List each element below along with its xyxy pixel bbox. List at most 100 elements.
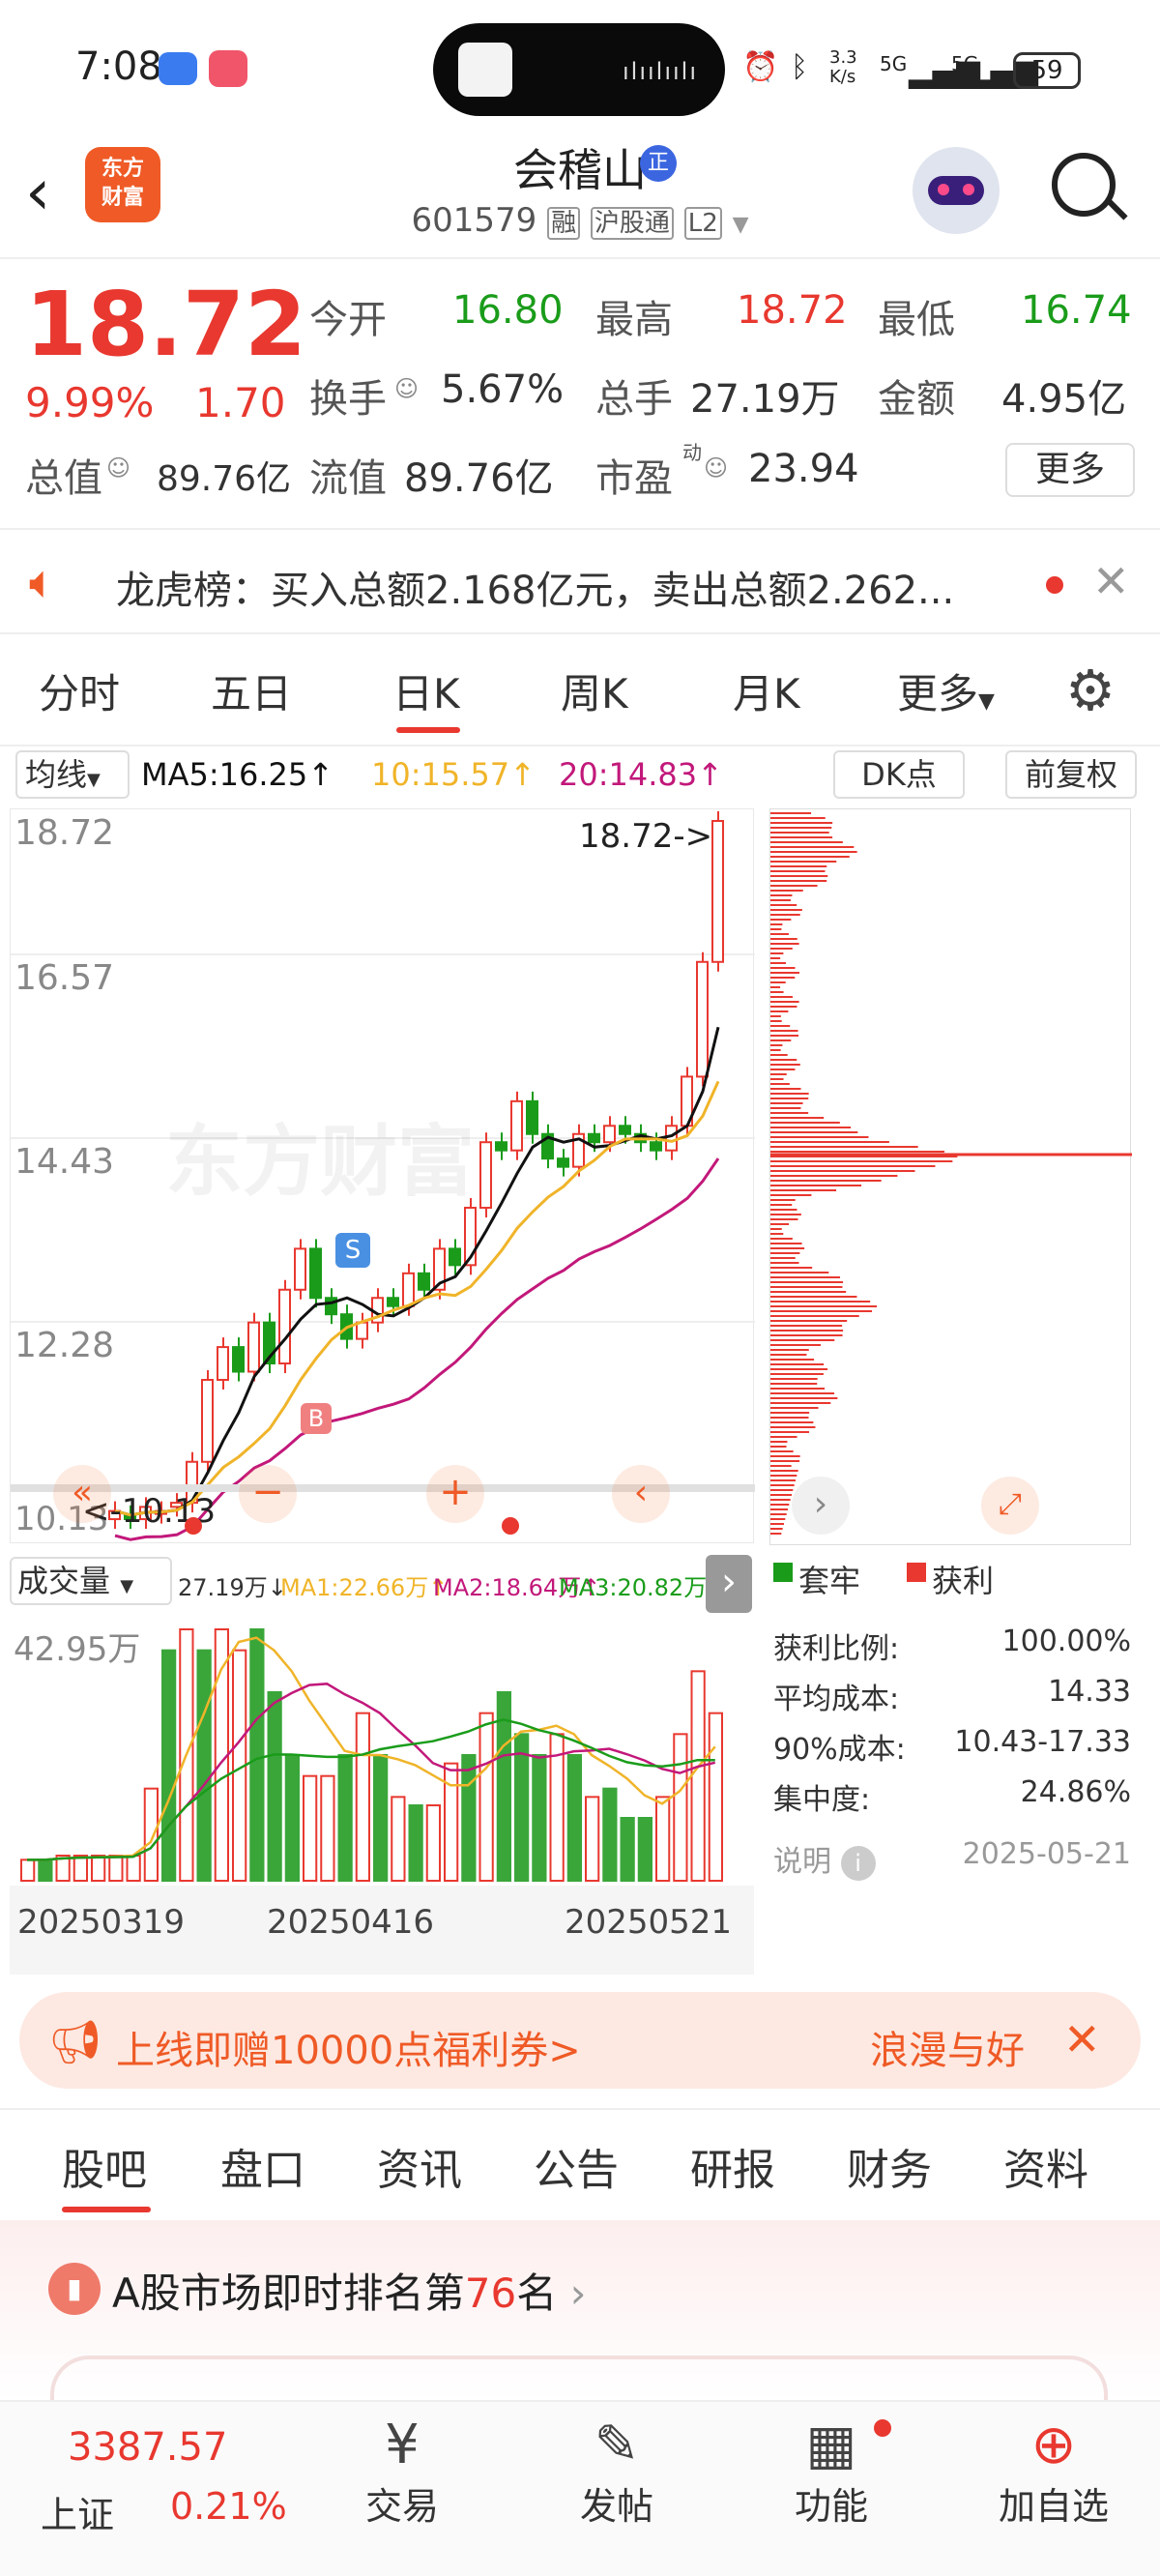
candle-body-12: [294, 1247, 306, 1291]
bottom-post[interactable]: ✎ 发帖: [559, 2414, 675, 2530]
expand-icon[interactable]: ⤢: [981, 1477, 1039, 1535]
volume-bar-23: [425, 1804, 441, 1882]
candle-body-24: [479, 1141, 492, 1210]
volume-bar-5: [108, 1855, 124, 1882]
volume-bar-25: [461, 1754, 477, 1882]
subtab-research[interactable]: 研报: [690, 2135, 775, 2197]
ranking-chart-icon: ▮: [48, 2263, 101, 2315]
profit-legend-swatch: [907, 1563, 926, 1582]
chip-label-profit-ratio: 获利比例:: [773, 1632, 900, 1666]
subtab-pankou[interactable]: 盘口: [220, 2135, 305, 2197]
ma-selector[interactable]: 均线▼: [15, 750, 130, 799]
subtab-guba[interactable]: 股吧: [62, 2135, 147, 2197]
chip-note[interactable]: 说明 i: [773, 1837, 876, 1881]
adjust-button[interactable]: 前复权: [1005, 750, 1137, 799]
promo-banner[interactable]: 📢︎ 上线即赠10000点福利券> 浪漫与好 ✕: [19, 1992, 1141, 2089]
bottom-trade[interactable]: ¥ 交易: [344, 2414, 460, 2530]
tab-more[interactable]: 更多▼: [897, 661, 995, 720]
buy-signal-b[interactable]: B: [301, 1403, 332, 1434]
event-dot-1[interactable]: [185, 1517, 202, 1535]
amount-label: 金额: [878, 377, 955, 422]
chip-distribution-chart[interactable]: › ⤢: [769, 808, 1132, 1545]
volume-bar-10: [196, 1649, 212, 1882]
subtab-finance[interactable]: 财务: [847, 2135, 932, 2197]
volume-selector[interactable]: 成交量 ▼: [10, 1557, 172, 1605]
step-back-icon[interactable]: ‹: [612, 1465, 670, 1523]
notice-bar[interactable]: 🔈︎ 龙虎榜：买入总额2.168亿元，卖出总额2.262... ✕: [0, 528, 1160, 634]
candle-body-35: [650, 1141, 662, 1152]
subtab-news[interactable]: 资讯: [377, 2135, 462, 2197]
more-quote-button[interactable]: 更多: [1005, 443, 1135, 497]
price-label-2: 16.57: [14, 958, 115, 998]
candle-body-6: [201, 1378, 214, 1463]
volume-bar-21: [391, 1796, 406, 1882]
chip-label-concentration: 集中度:: [773, 1783, 871, 1817]
tabs-divider: [0, 745, 1160, 746]
zoom-in-icon[interactable]: +: [426, 1465, 484, 1523]
robot-assistant-icon[interactable]: [913, 147, 1000, 234]
signal-label-1: 5G: [880, 52, 908, 75]
volume-chart[interactable]: 42.95万: [10, 1615, 754, 1886]
index-change[interactable]: 0.21%: [170, 2485, 287, 2528]
volume-bar-1: [38, 1859, 53, 1882]
tab-daily-k[interactable]: 日K: [392, 661, 460, 720]
search-icon[interactable]: [1052, 153, 1116, 217]
tab-weekly-k[interactable]: 周K: [561, 661, 628, 720]
float-value: 89.76亿: [404, 456, 554, 501]
watermark: 东方财富: [165, 1117, 475, 1207]
candle-body-32: [603, 1125, 616, 1144]
promo-left-text: 上线即赠10000点福利券>: [116, 2029, 581, 2073]
close-promo-icon[interactable]: ✕: [1063, 2013, 1101, 2065]
dk-point-button[interactable]: DK点: [833, 750, 965, 799]
index-value[interactable]: 3387.57: [68, 2425, 227, 2470]
tab-active-indicator: [396, 727, 460, 733]
sell-signal-s[interactable]: S: [335, 1233, 370, 1268]
volume-bar-6: [126, 1855, 141, 1882]
waveform-icon: ılıılıılı: [623, 58, 699, 85]
tab-monthly-k[interactable]: 月K: [733, 661, 800, 720]
notice-text: 龙虎榜：买入总额2.168亿元，卖出总额2.262...: [116, 569, 955, 613]
kline-chart[interactable]: 东方财富 18.72 16.57 14.43 12.28 10.13 18.72…: [10, 808, 755, 1543]
fast-back-icon[interactable]: «: [53, 1465, 111, 1523]
dropdown-icon[interactable]: ▼: [733, 213, 749, 237]
volume-bar-17: [320, 1774, 335, 1883]
candle-body-18: [387, 1297, 399, 1307]
clock: 7:08: [75, 44, 162, 89]
price-label-top: 18.72: [14, 813, 115, 853]
turnover-info-icon[interactable]: ☺: [394, 375, 419, 402]
bottom-function[interactable]: ▦ 功能: [773, 2414, 891, 2530]
mktcap-info-icon[interactable]: ☺: [106, 454, 130, 482]
ranking-text[interactable]: A股市场即时排名第76名 ›: [112, 2261, 586, 2320]
candle-body-22: [449, 1247, 461, 1267]
candle-body-39: [711, 820, 724, 963]
promo-right-text: 浪漫与好: [870, 2029, 1025, 2073]
volume-bar-29: [532, 1754, 547, 1882]
subtab-announcement[interactable]: 公告: [534, 2135, 619, 2197]
zoom-out-icon[interactable]: −: [239, 1465, 297, 1523]
tag-level2: L2: [683, 207, 722, 240]
step-forward-icon[interactable]: ›: [792, 1477, 850, 1535]
volume-bar-15: [284, 1754, 300, 1882]
event-dot-2[interactable]: [502, 1517, 519, 1535]
candle-body-36: [665, 1125, 678, 1152]
tab-five-day[interactable]: 五日: [211, 661, 292, 720]
ranking-prefix: A股市场即时排名第: [112, 2269, 465, 2317]
subtab-profile[interactable]: 资料: [1003, 2135, 1088, 2197]
pe-dynamic-sup: 动: [682, 441, 702, 464]
tab-intraday[interactable]: 分时: [39, 661, 120, 720]
settings-gear-icon[interactable]: ⚙: [1065, 658, 1116, 723]
volume-bar-19: [355, 1712, 370, 1882]
chip-value-avg-cost: 14.33: [1048, 1675, 1131, 1709]
volume-expand-arrow[interactable]: ›: [706, 1555, 752, 1613]
close-notice-icon[interactable]: ✕: [1092, 555, 1130, 607]
bottom-trade-label: 交易: [364, 2485, 439, 2528]
bottom-add-watchlist[interactable]: ⊕ 加自选: [986, 2414, 1121, 2530]
yen-circle-icon: ¥: [385, 2414, 420, 2476]
chip-value-profit-ratio: 100.00%: [1001, 1625, 1131, 1658]
volume-bar-4: [91, 1855, 106, 1882]
volume-bar-0: [20, 1859, 36, 1882]
pe-info-icon[interactable]: ☺: [704, 454, 728, 482]
shopping-app-icon: [209, 50, 247, 87]
candle-body-11: [278, 1288, 291, 1365]
index-name[interactable]: 上证: [41, 2485, 114, 2538]
